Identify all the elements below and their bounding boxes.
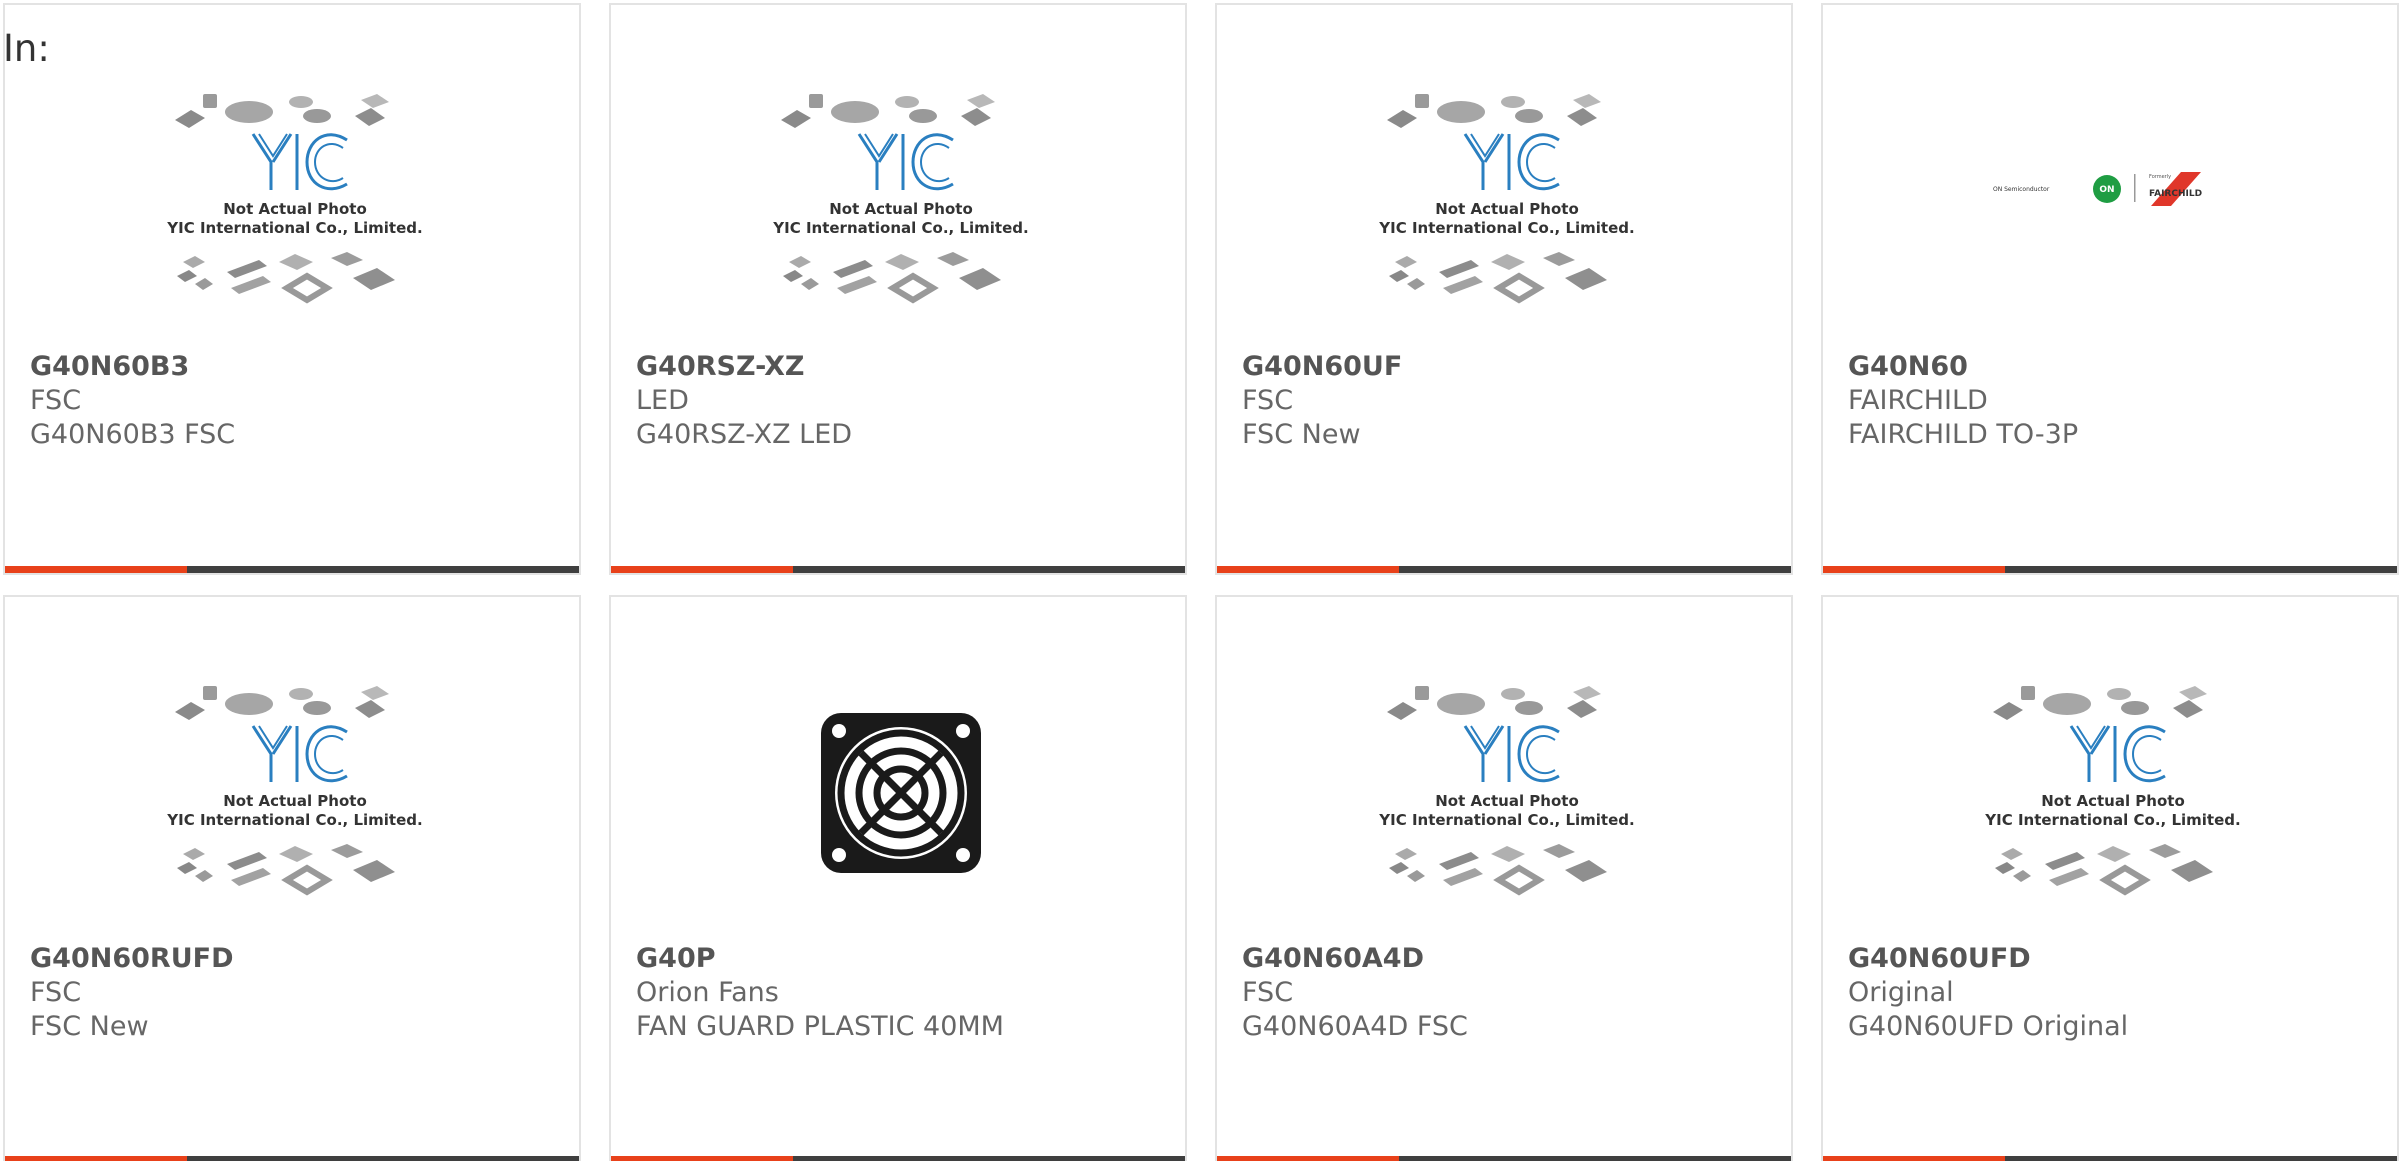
product-description: G40N60UFD Original [1848,1011,2129,1042]
chip-placeholder-image: Not Actual Photo YIC International Co., … [1984,686,2241,896]
product-info: G40N60B3 FSC G40N60B3 FSC [30,350,559,452]
bar-dark-segment [1399,566,1791,573]
manufacturer: FSC [30,977,82,1008]
card-bottom-bar [611,1156,1185,1161]
bar-accent-segment [611,566,793,573]
bar-accent-segment [1217,566,1399,573]
fairchild-text: FAIRCHILD [2149,189,2202,199]
part-number[interactable]: G40N60RUFD [30,942,559,976]
bar-dark-segment [793,1156,1185,1161]
bar-dark-segment [187,566,579,573]
product-thumbnail[interactable]: Not Actual Photo YIC International Co., … [1973,684,2253,934]
not-actual-photo-line: Not Actual Photo [2041,792,2185,810]
fan-guard-image [821,713,981,873]
not-actual-photo-line: Not Actual Photo [223,200,367,218]
bar-accent-segment [611,1156,793,1161]
manufacturer: FSC [30,385,82,416]
product-info: G40N60UFD Original G40N60UFD Original [1848,942,2377,1044]
card-bottom-bar [1823,566,2397,573]
card-bottom-bar [5,1156,579,1161]
manufacturer: FSC [1242,977,1294,1008]
product-info: G40N60RUFD FSC FSC New [30,942,559,1044]
product-card[interactable]: Not Actual Photo YIC International Co., … [3,595,581,1161]
bar-accent-segment [5,566,187,573]
card-bottom-bar [5,566,579,573]
part-number[interactable]: G40N60A4D [1242,942,1771,976]
product-card[interactable]: Not Actual Photo YIC International Co., … [3,3,581,575]
product-card[interactable]: Not Actual Photo YIC International Co., … [1215,3,1793,575]
card-bottom-bar [1823,1156,2397,1161]
product-info: G40N60A4D FSC G40N60A4D FSC [1242,942,1771,1044]
product-card[interactable]: Not Actual Photo YIC International Co., … [1215,595,1793,1161]
on-semi-text: ON Semiconductor [1993,186,2050,193]
fairchild-logo-image: ON Semiconductor ON Formerly FAIRCHILD [1993,172,2202,206]
product-thumbnail[interactable]: Not Actual Photo YIC International Co., … [761,92,1041,342]
product-info: G40N60UF FSC FSC New [1242,350,1771,452]
product-description: FSC New [1242,419,1361,450]
card-bottom-bar [611,566,1185,573]
product-thumbnail[interactable]: ON Semiconductor ON Formerly FAIRCHILD [1973,92,2253,342]
manufacturer: Original [1848,977,1954,1008]
product-results-grid: In: Not Actual Photo YIC International C… [0,0,2406,1161]
part-number[interactable]: G40N60B3 [30,350,559,384]
formerly-text: Formerly [2149,174,2171,180]
bar-dark-segment [2005,566,2397,573]
product-card[interactable]: G40P Orion Fans FAN GUARD PLASTIC 40MM [609,595,1187,1161]
chip-placeholder-image: Not Actual Photo YIC International Co., … [772,94,1029,304]
yic-company-line: YIC International Co., Limited. [1378,811,1634,829]
product-description: G40RSZ-XZ LED [636,419,853,450]
product-thumbnail[interactable]: Not Actual Photo YIC International Co., … [1367,684,1647,934]
product-description: FAN GUARD PLASTIC 40MM [636,1011,1004,1042]
bar-accent-segment [1823,1156,2005,1161]
part-number[interactable]: G40N60 [1848,350,2377,384]
product-card[interactable]: Not Actual Photo YIC International Co., … [1821,595,2399,1161]
part-number[interactable]: G40RSZ-XZ [636,350,1165,384]
product-info: G40RSZ-XZ LED G40RSZ-XZ LED [636,350,1165,452]
bar-accent-segment [1217,1156,1399,1161]
card-bottom-bar [1217,566,1791,573]
svg-text:ON: ON [2099,185,2114,195]
not-actual-photo-line: Not Actual Photo [829,200,973,218]
manufacturer: FAIRCHILD [1848,385,1988,416]
yic-company-line: YIC International Co., Limited. [772,219,1028,237]
product-info: G40P Orion Fans FAN GUARD PLASTIC 40MM [636,942,1165,1044]
product-card[interactable]: Not Actual Photo YIC International Co., … [609,3,1187,575]
bar-dark-segment [793,566,1185,573]
chip-placeholder-image: Not Actual Photo YIC International Co., … [166,94,423,304]
product-thumbnail[interactable]: Not Actual Photo YIC International Co., … [155,92,435,342]
not-actual-photo-line: Not Actual Photo [1435,200,1579,218]
yic-company-line: YIC International Co., Limited. [166,219,422,237]
bar-accent-segment [1823,566,2005,573]
manufacturer: LED [636,385,689,416]
product-description: G40N60B3 FSC [30,419,236,450]
card-bottom-bar [1217,1156,1791,1161]
product-description: G40N60A4D FSC [1242,1011,1468,1042]
manufacturer: FSC [1242,385,1294,416]
product-info: G40N60 FAIRCHILD FAIRCHILD TO-3P [1848,350,2377,452]
bar-dark-segment [2005,1156,2397,1161]
filter-label: In: [3,27,50,70]
product-thumbnail[interactable] [761,677,1041,927]
chip-placeholder-image: Not Actual Photo YIC International Co., … [1378,686,1635,896]
product-thumbnail[interactable]: Not Actual Photo YIC International Co., … [155,684,435,934]
manufacturer: Orion Fans [636,977,779,1008]
chip-placeholder-image: Not Actual Photo YIC International Co., … [166,686,423,896]
product-description: FAIRCHILD TO-3P [1848,419,2079,450]
product-thumbnail[interactable]: Not Actual Photo YIC International Co., … [1367,92,1647,342]
bar-dark-segment [187,1156,579,1161]
product-description: FSC New [30,1011,149,1042]
bar-dark-segment [1399,1156,1791,1161]
product-card[interactable]: ON Semiconductor ON Formerly FAIRCHILD G… [1821,3,2399,575]
yic-company-line: YIC International Co., Limited. [1984,811,2240,829]
bar-accent-segment [5,1156,187,1161]
part-number[interactable]: G40P [636,942,1165,976]
part-number[interactable]: G40N60UF [1242,350,1771,384]
not-actual-photo-line: Not Actual Photo [1435,792,1579,810]
part-number[interactable]: G40N60UFD [1848,942,2377,976]
chip-placeholder-image: Not Actual Photo YIC International Co., … [1378,94,1635,304]
yic-company-line: YIC International Co., Limited. [1378,219,1634,237]
yic-company-line: YIC International Co., Limited. [166,811,422,829]
not-actual-photo-line: Not Actual Photo [223,792,367,810]
